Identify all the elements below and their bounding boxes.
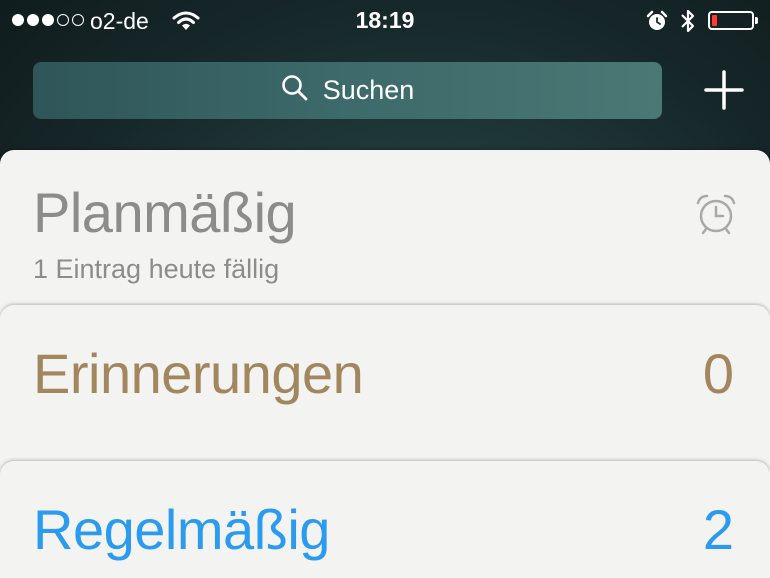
search-icon xyxy=(281,74,309,107)
list-subtitle: 1 Eintrag heute fällig xyxy=(33,254,280,284)
search-label: Suchen xyxy=(322,75,415,105)
list-card-recurring[interactable]: Regelmäßig 2 xyxy=(0,461,770,578)
search-bar[interactable]: Suchen xyxy=(33,62,662,119)
add-list-button[interactable] xyxy=(700,66,748,114)
plus-icon xyxy=(704,70,744,110)
list-title: Planmäßig xyxy=(33,181,297,244)
alarm-icon xyxy=(646,10,668,37)
list-card-reminders[interactable]: Erinnerungen 0 xyxy=(0,305,770,485)
list-count: 2 xyxy=(702,498,734,561)
list-title: Regelmäßig xyxy=(33,498,330,561)
list-title: Erinnerungen xyxy=(33,342,364,405)
bluetooth-icon xyxy=(680,8,696,39)
battery-icon xyxy=(708,11,754,30)
battery-cap xyxy=(755,17,758,24)
alarm-clock-icon xyxy=(694,192,738,241)
list-card-scheduled[interactable]: Planmäßig 1 Eintrag heute fällig xyxy=(0,150,770,330)
status-bar: o2-de 18:19 xyxy=(0,0,770,42)
list-count: 0 xyxy=(702,342,734,405)
battery-level xyxy=(712,15,717,26)
reminders-screen: o2-de 18:19 Suchen Planmäßig 1 Eintrag h… xyxy=(0,0,770,578)
